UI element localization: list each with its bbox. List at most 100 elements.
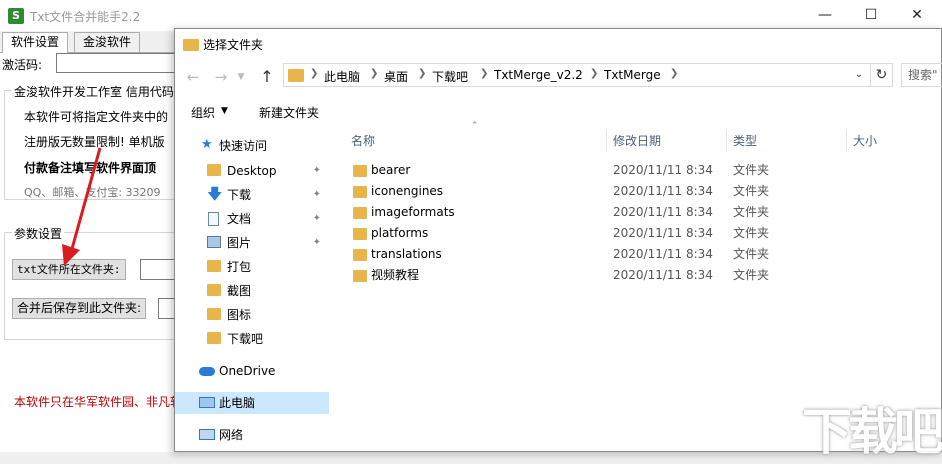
minimize-button[interactable]: — [802, 0, 848, 31]
file-name: 视频教程 [371, 268, 420, 282]
chevron-right-icon[interactable]: ❯ [370, 68, 378, 79]
folder-icon [207, 332, 221, 344]
computer-icon [199, 397, 215, 408]
watermark-logo: 下载吧 [802, 403, 942, 461]
folder-icon [207, 284, 221, 296]
column-header-name[interactable]: 名称 [345, 130, 607, 152]
footer-note: 本软件只在华军软件园、非凡软件站 [14, 395, 174, 409]
param-group-box [4, 232, 176, 340]
organize-button[interactable]: 组织 [191, 104, 215, 121]
chevron-right-icon[interactable]: ❯ [418, 68, 426, 79]
file-row[interactable]: platforms 2020/11/11 8:34 文件夹 [345, 223, 941, 244]
file-type: 文件夹 [733, 205, 770, 219]
nav-item-label: 文档 [227, 212, 252, 226]
chevron-right-icon[interactable]: ❯ [670, 68, 678, 79]
file-row[interactable]: iconengines 2020/11/11 8:34 文件夹 [345, 181, 941, 202]
pin-icon[interactable]: ✦ [313, 232, 321, 254]
nav-item-label: 打包 [227, 260, 252, 274]
column-header-size[interactable]: 大小 [847, 130, 937, 152]
pin-icon[interactable]: ✦ [313, 160, 321, 182]
activation-code-input[interactable] [56, 53, 176, 73]
maximize-button[interactable]: ☐ [848, 0, 894, 31]
file-row[interactable]: imageformats 2020/11/11 8:34 文件夹 [345, 202, 941, 223]
file-row[interactable]: bearer 2020/11/11 8:34 文件夹 [345, 160, 941, 181]
file-row[interactable]: translations 2020/11/11 8:34 文件夹 [345, 244, 941, 265]
tab-jinjun-software[interactable]: 金浚软件 [74, 32, 141, 52]
save-folder-button[interactable]: 合并后保存到此文件夹: [12, 298, 147, 319]
file-type: 文件夹 [733, 226, 770, 240]
nav-item-documents[interactable]: 文档 ✦ [175, 208, 329, 230]
folder-icon [353, 186, 367, 198]
breadcrumb-txtmerge[interactable]: TxtMerge [604, 68, 661, 82]
file-row[interactable]: 视频教程 2020/11/11 8:34 文件夹 [345, 265, 941, 286]
chevron-right-icon[interactable]: ❯ [310, 68, 318, 79]
breadcrumb-desktop[interactable]: 桌面 [384, 68, 408, 85]
nav-item-desktop[interactable]: Desktop ✦ [175, 160, 329, 182]
tab-software-settings[interactable]: 软件设置 [2, 32, 69, 53]
folder-icon [207, 260, 221, 272]
file-name: platforms [371, 226, 429, 240]
chevron-down-icon[interactable]: ▼ [233, 65, 249, 89]
bg-title-bar[interactable] [0, 0, 942, 31]
file-type: 文件夹 [733, 163, 770, 177]
breadcrumb-this-pc[interactable]: 此电脑 [324, 68, 360, 85]
breadcrumb-txtmerge-v22[interactable]: TxtMerge_v2.2 [494, 68, 583, 82]
refresh-icon[interactable]: ↻ [871, 63, 893, 87]
close-button[interactable]: ✕ [894, 0, 940, 31]
info-line: 本软件可将指定文件夹中的 [24, 110, 169, 124]
pin-icon[interactable]: ✦ [313, 184, 321, 206]
nav-item-pack[interactable]: 打包 [175, 256, 329, 278]
folder-icon [353, 165, 367, 177]
pictures-icon [207, 236, 221, 248]
folder-icon [353, 207, 367, 219]
nav-item-this-pc[interactable]: 此电脑 [175, 392, 329, 414]
download-arrow-icon: 🡇 [207, 185, 223, 203]
nav-item-label: 截图 [227, 284, 252, 298]
info-line: QQ、邮箱、支付宝: 33209 [24, 186, 161, 199]
nav-item-icons[interactable]: 图标 [175, 304, 329, 326]
chevron-right-icon[interactable]: ❯ [480, 68, 488, 79]
txt-folder-button[interactable]: txt文件所在文件夹: [12, 259, 126, 280]
nav-item-label: Desktop [227, 164, 277, 178]
caret-down-icon[interactable]: ▼ [221, 106, 228, 116]
nav-item-label: 网络 [219, 428, 244, 442]
info-group-title: 金浚软件开发工作室 信用代码 [12, 83, 176, 100]
breadcrumb-xiazaiba[interactable]: 下载吧 [432, 68, 468, 85]
new-folder-button[interactable]: 新建文件夹 [259, 104, 319, 121]
nav-item-label: OneDrive [219, 364, 276, 378]
column-header-date[interactable]: 修改日期 [607, 130, 727, 152]
chevron-down-icon[interactable]: ⌄ [848, 64, 870, 86]
search-input[interactable]: 搜索" [901, 63, 942, 87]
back-arrow-icon[interactable]: ← [181, 65, 205, 89]
pin-icon[interactable]: ✦ [313, 208, 321, 230]
nav-item-downloads[interactable]: 🡇 下载 ✦ [175, 184, 329, 206]
info-line: 付款备注填写软件界面顶 [24, 161, 157, 175]
folder-icon [207, 308, 221, 320]
folder-icon [183, 39, 199, 51]
forward-arrow-icon[interactable]: → [209, 65, 233, 89]
file-type: 文件夹 [733, 268, 770, 282]
file-date: 2020/11/11 8:34 [613, 226, 713, 240]
nav-item-label: 图片 [227, 236, 252, 250]
txt-folder-input[interactable] [140, 259, 176, 280]
dialog-title: 选择文件夹 [203, 38, 264, 52]
chevron-right-icon[interactable]: ❯ [590, 68, 598, 79]
nav-item-onedrive[interactable]: OneDrive [175, 360, 329, 382]
nav-item-label: 快速访问 [219, 139, 268, 153]
address-bar[interactable]: ❯ 此电脑 ❯ 桌面 ❯ 下载吧 ❯ TxtMerge_v2.2 ❯ TxtMe… [283, 63, 871, 87]
nav-item-quick-access[interactable]: ★ 快速访问 [175, 135, 329, 157]
nav-item-label: 下载 [227, 188, 252, 202]
file-type: 文件夹 [733, 184, 770, 198]
up-arrow-icon[interactable]: ↑ [255, 65, 279, 89]
nav-item-pictures[interactable]: 图片 ✦ [175, 232, 329, 254]
document-icon [208, 212, 219, 226]
nav-item-label: 此电脑 [219, 396, 256, 410]
file-date: 2020/11/11 8:34 [613, 163, 713, 177]
column-header-type[interactable]: 类型 [727, 130, 847, 152]
nav-item-screenshots[interactable]: 截图 [175, 280, 329, 302]
nav-item-network[interactable]: 网络 [175, 424, 329, 446]
file-date: 2020/11/11 8:34 [613, 247, 713, 261]
nav-item-xiazaiba[interactable]: 下载吧 [175, 328, 329, 350]
cloud-icon [199, 367, 215, 376]
file-name: imageformats [371, 205, 455, 219]
